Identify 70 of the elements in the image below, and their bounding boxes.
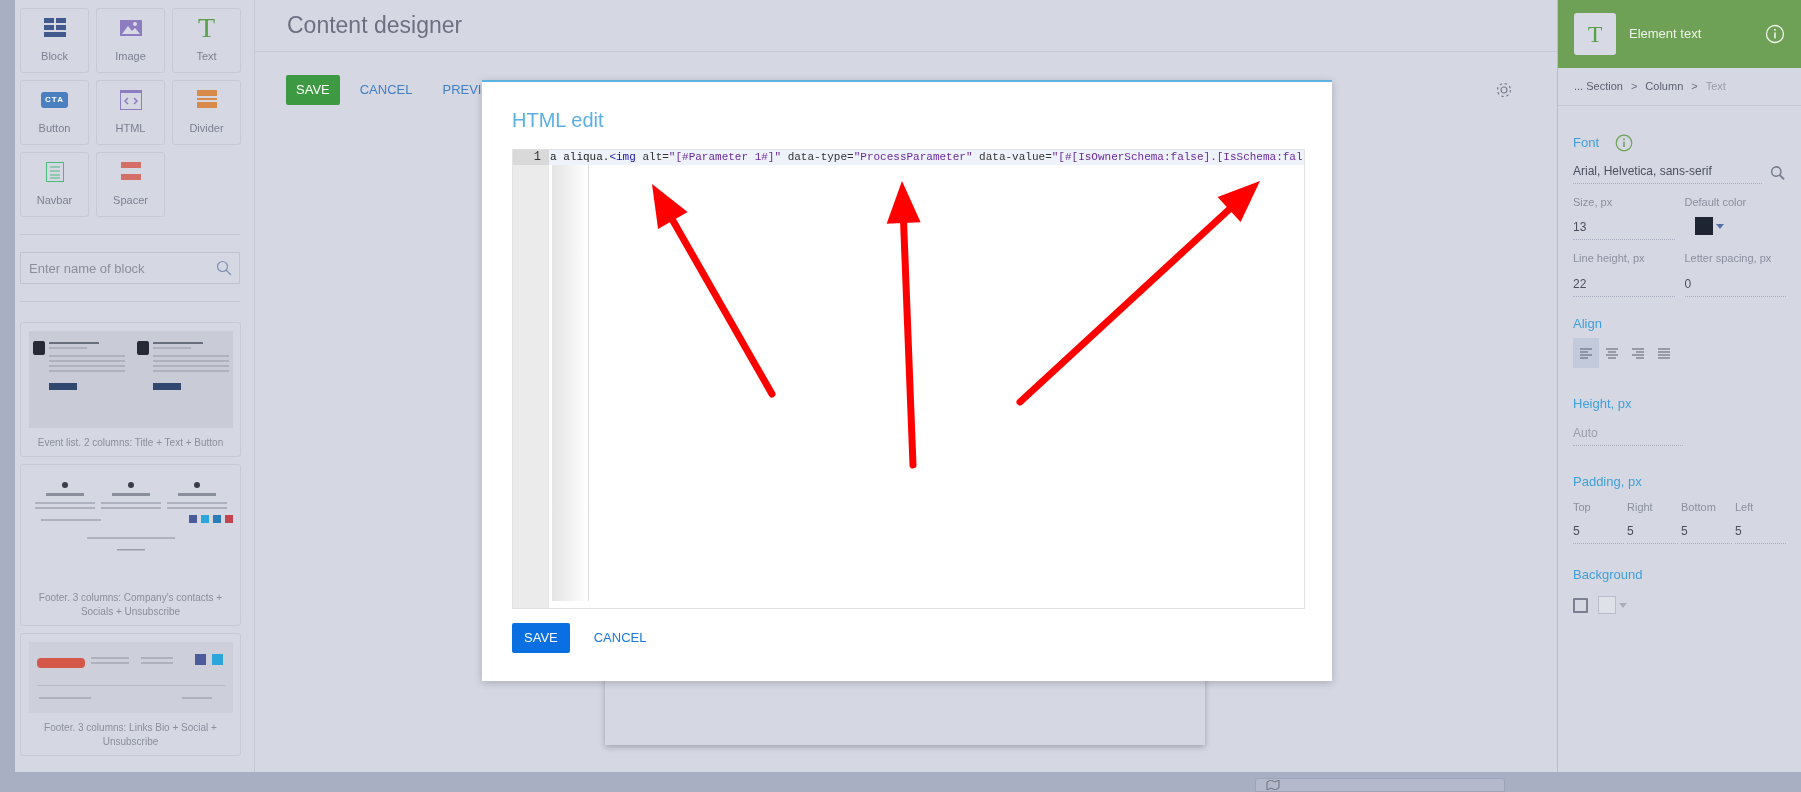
caret-icon [1715,223,1724,229]
breadcrumb-separator: > [1630,79,1638,95]
code-window-icon [119,90,142,111]
section-heading: Background [1573,565,1644,584]
template-caption: Footer. 3 columns: Company's contacts + Socials + Unsubscribe [37,591,224,619]
section-heading: Height, px [1573,395,1633,413]
caret-icon [1619,602,1627,608]
padding-field[interactable]: 5 [1627,515,1678,544]
map-icon[interactable] [1266,780,1280,790]
grid-icon [43,18,66,39]
element-tile[interactable]: Divider [172,80,241,145]
section-heading: Padding, px [1573,472,1643,491]
height-field[interactable]: Auto [1573,423,1683,446]
element-tile[interactable]: T Text [172,8,241,73]
element-tile[interactable]: Block [20,8,89,73]
padding-field[interactable]: 5 [1573,515,1624,544]
field-label: Line height, px [1573,251,1646,266]
spacer-icon [120,162,141,183]
search-field[interactable]: Enter name of block [20,252,240,284]
line-height-field[interactable]: 22 [1573,266,1675,297]
element-tile[interactable]: HTML [96,80,165,145]
section-heading: Align [1573,314,1603,333]
element-tile[interactable]: Image [96,8,165,73]
template-caption: Footer. 3 columns: Links Bio + Social + Unsubscribe [43,721,218,749]
image-icon [119,20,142,37]
document-icon [45,162,64,183]
settings-icon[interactable] [1495,81,1513,99]
template-card[interactable]: Footer. 3 columns: Links Bio + Social + Unsubscribe [20,633,241,756]
panel-title: Element text [1629,25,1702,44]
template-card[interactable]: Footer. 3 columns: Company's contacts + Socials + Unsubscribe [20,464,241,626]
breadcrumb-separator: > [1691,79,1698,95]
search-icon [216,260,232,276]
template-caption: Event list. 2 columns: Title + Text + Button [36,436,225,450]
field-label: Top [1573,500,1592,515]
padding-field[interactable]: 5 [1681,515,1732,544]
color-picker[interactable] [1598,596,1627,614]
field-label: Letter spacing, px [1684,251,1773,266]
align-left-button[interactable] [1573,338,1599,368]
field-label: Size, px [1573,194,1614,210]
padding-field[interactable]: 5 [1735,515,1786,544]
breadcrumb-item[interactable]: ... Section [1574,78,1623,95]
field-label: Bottom [1681,500,1717,515]
letter-spacing-field[interactable]: 0 [1684,266,1786,297]
save-button[interactable]: SAVE [286,75,340,105]
save-button[interactable]: SAVE [512,623,570,653]
checkbox[interactable] [1573,597,1588,613]
font-field[interactable]: Arial, Helvetica, sans-serif [1573,161,1763,184]
info-icon[interactable] [1615,133,1633,152]
preview-button[interactable]: PREVI [432,80,492,100]
breadcrumb-item[interactable]: Column [1645,78,1684,95]
code-editor[interactable]: 1 a aliqua.<img alt="[#Parameter 1#]" data-type="ProcessParameter" data-value="[#[IsOwnerSchema:false].[IsSchema:fal [512,149,1305,609]
text-icon: T [1574,13,1616,55]
element-tile[interactable]: CTA Button [20,80,89,145]
page-title: Content designer [287,11,463,41]
element-tile[interactable]: Navbar [20,152,89,217]
section-heading: Font [1573,134,1599,152]
field-label: Default color [1684,194,1748,210]
cta-icon: CTA [41,92,68,109]
field-label: Left [1735,500,1755,515]
field-label: Right [1627,500,1654,515]
search-icon[interactable] [1770,164,1786,181]
element-tile[interactable]: Spacer [96,152,165,217]
size-field[interactable]: 13 [1573,210,1675,240]
cancel-button[interactable]: CANCEL [349,80,423,100]
text-icon: T [197,16,216,41]
template-card[interactable]: Event list. 2 columns: Title + Text + Button [20,322,241,457]
line-number: 1 [513,150,549,165]
cancel-button[interactable]: CANCEL [583,628,657,648]
dialog-title: HTML edit [512,108,605,133]
divider-icon [196,90,217,111]
